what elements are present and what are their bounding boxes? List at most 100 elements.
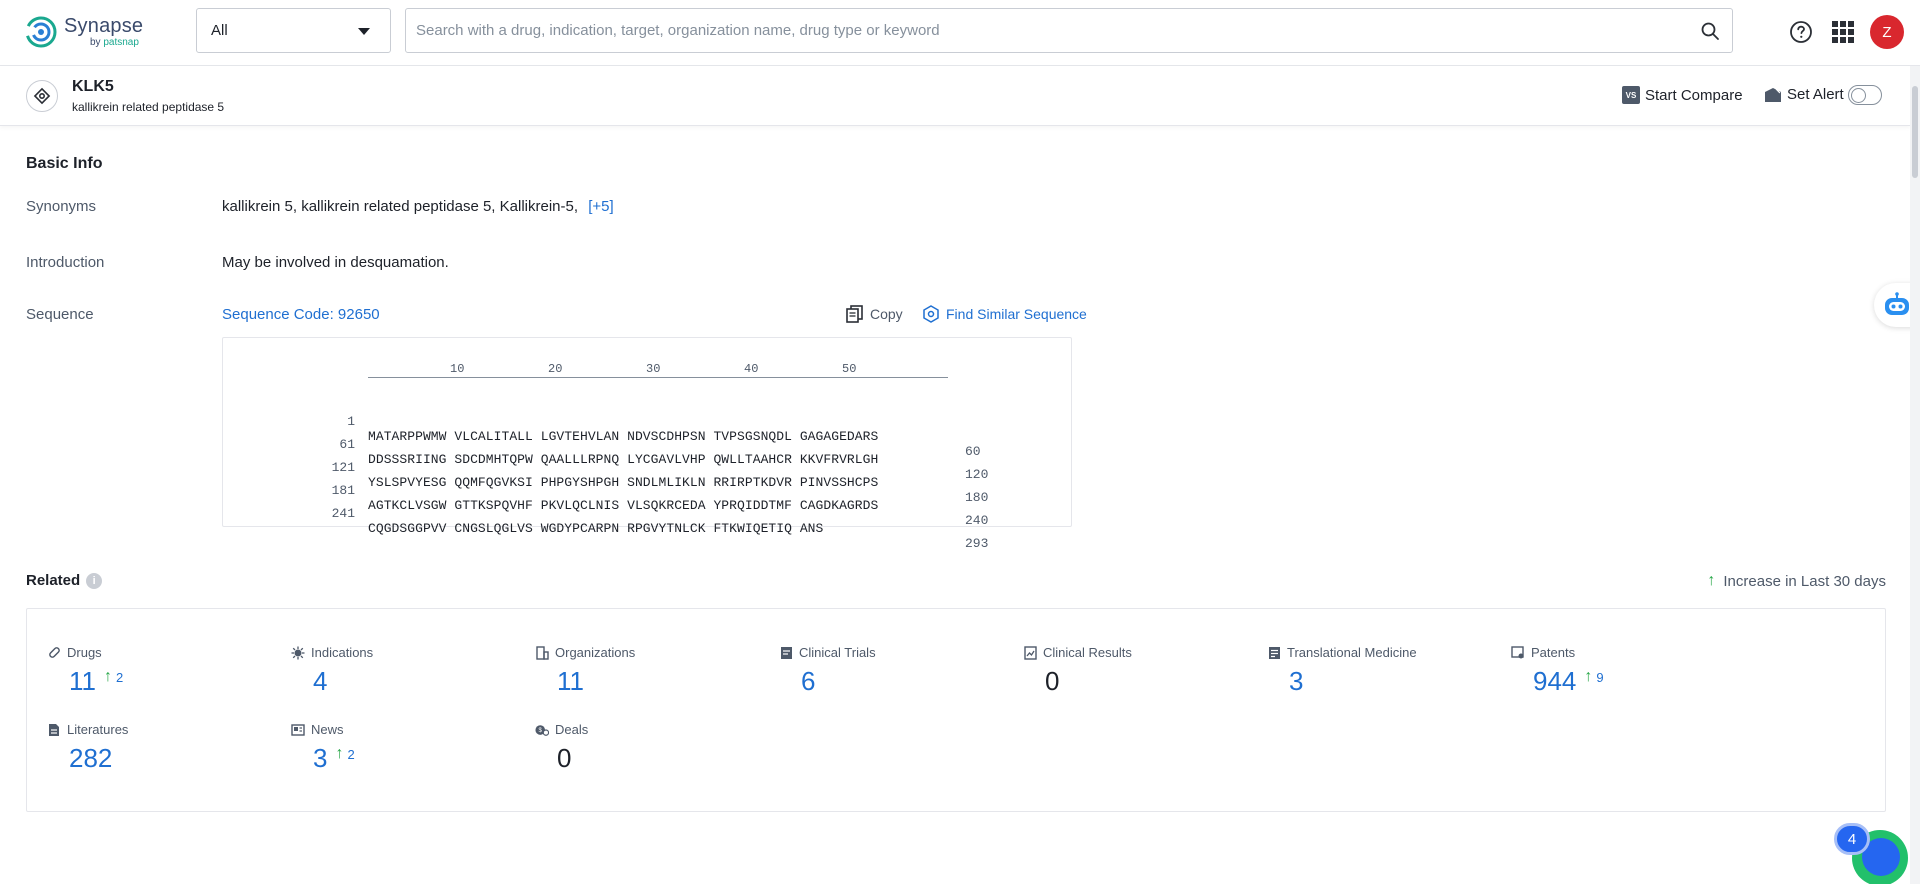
patent-icon [1511, 646, 1525, 660]
related-title: Related i [26, 572, 102, 589]
stat-news[interactable]: News 3 ↑2 [291, 722, 521, 774]
search-icon[interactable] [1700, 21, 1720, 41]
stat-value[interactable]: 3 [313, 743, 327, 774]
search-box [405, 8, 1733, 53]
set-alert-toggle[interactable] [1848, 85, 1882, 105]
building-icon [535, 646, 549, 660]
find-similar-label: Find Similar Sequence [946, 306, 1087, 322]
info-icon[interactable]: i [86, 573, 102, 589]
stat-value[interactable]: 11 [557, 666, 584, 697]
start-compare-label: Start Compare [1645, 87, 1743, 104]
target-full-name: kallikrein related peptidase 5 [72, 100, 224, 114]
stat-label: Patents [1531, 645, 1575, 660]
synapse-logo-icon [24, 15, 58, 49]
stat-deals[interactable]: $ Deals 0 [535, 722, 765, 774]
arrow-up-icon: ↑ [1584, 668, 1592, 686]
set-alert-label: Set Alert [1787, 86, 1844, 103]
sequence-ruler: 10 20 30 40 50 [368, 362, 948, 378]
alert-icon [1764, 87, 1782, 103]
top-bar: Synapse by patsnap All Z [0, 0, 1920, 66]
sequence-code-link[interactable]: Sequence Code: 92650 [222, 306, 380, 323]
set-alert-button[interactable]: Set Alert [1764, 86, 1844, 103]
sequence-row-end: 240 [965, 513, 988, 528]
stat-literatures[interactable]: Literatures 282 [47, 722, 277, 774]
svg-text:$: $ [539, 727, 543, 734]
page-scrollbar[interactable] [1910, 66, 1920, 884]
stat-clinical-results[interactable]: Clinical Results 0 [1023, 645, 1253, 697]
ruler-tick: 40 [744, 362, 758, 376]
sequence-row: 181 AGTKCLVSGW GTTKSPQVHF PKVLQCLNIS VLS… [223, 468, 1073, 488]
stat-label: Clinical Trials [799, 645, 876, 660]
sequence-row: 241 CQGDSGGPVV CNGSLQGLVS WGDYPCARPN RPG… [223, 491, 1073, 511]
stat-delta-value: 9 [1596, 670, 1603, 685]
virus-icon [291, 646, 305, 660]
stat-value[interactable]: 3 [1289, 666, 1303, 697]
target-symbol: KLK5 [72, 78, 114, 96]
stat-delta: ↑2 [104, 668, 123, 686]
sequence-row-start: 241 [332, 506, 355, 521]
stat-patents[interactable]: Patents 944↑9 [1511, 645, 1741, 697]
user-avatar[interactable]: Z [1870, 15, 1904, 49]
stat-value[interactable]: 4 [313, 666, 327, 697]
related-stats-panel: Drugs 11↑2 Indications 4 Organizations 1… [26, 608, 1886, 812]
stat-delta: ↑2 [335, 745, 354, 763]
synonyms-list: kallikrein 5, kallikrein related peptida… [222, 198, 578, 215]
stat-organizations[interactable]: Organizations 11 [535, 645, 765, 697]
help-icon[interactable] [1789, 20, 1813, 44]
synonyms-value: kallikrein 5, kallikrein related peptida… [222, 198, 614, 215]
introduction-value: May be involved in desquamation. [222, 254, 449, 271]
arrow-up-icon: ↑ [104, 668, 112, 686]
stat-value[interactable]: 944 [1533, 666, 1576, 697]
stat-value[interactable]: 11 [69, 666, 96, 697]
stat-clinical-trials[interactable]: Clinical Trials 6 [779, 645, 1009, 697]
target-header: KLK5 kallikrein related peptidase 5 VS S… [0, 66, 1910, 126]
stat-label: Translational Medicine [1287, 645, 1417, 660]
synonyms-label: Synonyms [26, 198, 96, 215]
synapse-logo[interactable]: Synapse by patsnap [24, 12, 143, 52]
sequence-viewer: 10 20 30 40 50 1 MATARPPWMW VLCALITALL L… [222, 337, 1072, 527]
caret-down-icon [358, 28, 370, 35]
synonyms-more-link[interactable]: [+5] [588, 198, 613, 215]
target-icon [26, 80, 58, 112]
stat-label: Deals [555, 722, 588, 737]
stat-delta: ↑9 [1584, 668, 1603, 686]
stat-value[interactable]: 282 [69, 743, 112, 774]
search-scope-value: All [211, 22, 228, 39]
stat-delta-value: 2 [116, 670, 123, 685]
arrow-up-icon: ↑ [1707, 572, 1715, 590]
stat-label: News [311, 722, 344, 737]
sequence-row-end: 293 [965, 536, 988, 551]
start-compare-button[interactable]: VS Start Compare [1622, 86, 1743, 104]
related-title-text: Related [26, 572, 80, 589]
apps-grid-icon[interactable] [1832, 21, 1854, 43]
stat-value: 0 [557, 743, 571, 774]
scrollbar-thumb[interactable] [1912, 86, 1918, 178]
sequence-row: 121 YSLSPVYESG QQMFQGVKSI PHPGYSHPGH SND… [223, 445, 1073, 465]
search-scope-select[interactable]: All [196, 8, 391, 53]
stat-value: 0 [1045, 666, 1059, 697]
increase-legend: ↑ Increase in Last 30 days [1707, 572, 1886, 590]
newspaper-icon [291, 723, 305, 737]
copy-icon [846, 305, 864, 323]
similar-sequence-icon [922, 305, 940, 323]
copy-label: Copy [870, 306, 903, 322]
copy-button[interactable]: Copy [846, 305, 903, 323]
ruler-tick: 10 [450, 362, 464, 376]
notification-badge[interactable]: 4 [1834, 823, 1870, 855]
introduction-label: Introduction [26, 254, 104, 271]
deal-icon: $ [535, 723, 549, 737]
arrow-up-icon: ↑ [335, 745, 343, 763]
stat-drugs[interactable]: Drugs 11↑2 [47, 645, 277, 697]
ruler-tick: 20 [548, 362, 562, 376]
stat-label: Organizations [555, 645, 635, 660]
search-input[interactable] [416, 22, 1722, 39]
sequence-row: 1 MATARPPWMW VLCALITALL LGVTEHVLAN NDVSC… [223, 399, 1073, 419]
stat-indications[interactable]: Indications 4 [291, 645, 521, 697]
stat-label: Clinical Results [1043, 645, 1132, 660]
stat-value[interactable]: 6 [801, 666, 815, 697]
find-similar-sequence-button[interactable]: Find Similar Sequence [922, 305, 1087, 323]
sequence-row: 61 DDSSSRIING SDCDMHTQPW QAALLLRPNQ LYCG… [223, 422, 1073, 442]
stat-translational-medicine[interactable]: Translational Medicine 3 [1267, 645, 1497, 697]
app-brand: patsnap [103, 37, 139, 48]
basic-info-title: Basic Info [26, 155, 102, 173]
